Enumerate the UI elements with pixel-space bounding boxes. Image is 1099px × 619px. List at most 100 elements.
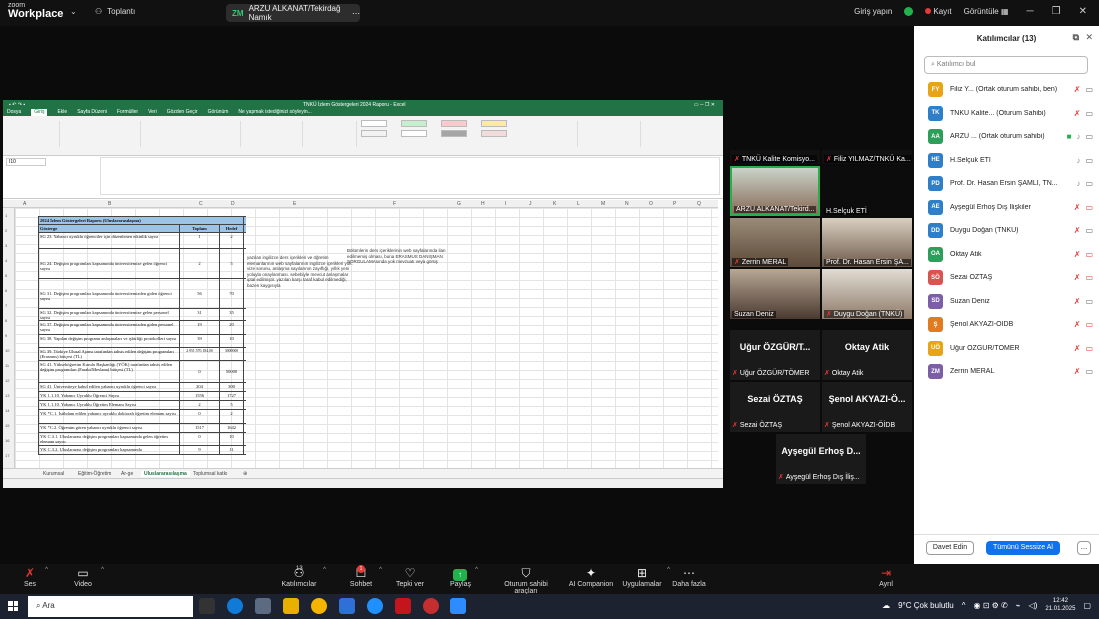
- chrome-profile-icon[interactable]: [423, 598, 439, 614]
- maximize-icon[interactable]: ❐: [1052, 6, 1061, 17]
- camera-icon[interactable]: ▭: [1085, 109, 1093, 118]
- chat-button[interactable]: ☐ 1 Sohbet ^: [348, 565, 382, 588]
- participant-row[interactable]: TK TNKÜ Kalite... (Oturum Sahibi) ✗ ▭: [914, 102, 1099, 126]
- alignment-group[interactable]: [143, 121, 241, 147]
- style-input[interactable]: [481, 130, 507, 137]
- excel-tab[interactable]: Giriş: [31, 109, 48, 116]
- muted-mic-icon[interactable]: ✗: [1074, 297, 1081, 306]
- participant-row[interactable]: ZM Zerrin MERAL ✗ ▭: [914, 360, 1099, 384]
- weather-icon[interactable]: ☁: [882, 601, 890, 610]
- mic-icon[interactable]: ♪: [1076, 156, 1080, 165]
- excel-tab[interactable]: Dosya: [7, 109, 21, 116]
- ai-companion-button[interactable]: ✦ AI Companion: [568, 566, 614, 588]
- add-sheet-icon[interactable]: ⊕: [243, 471, 247, 477]
- sheet-tab-active[interactable]: Uluslararasılaşma: [141, 471, 190, 477]
- font-group[interactable]: [63, 121, 141, 147]
- video-button[interactable]: ▭ Video ^: [70, 566, 104, 588]
- camera-icon[interactable]: ▭: [1085, 367, 1093, 376]
- security-shield-icon[interactable]: [904, 7, 914, 16]
- excel-tab[interactable]: Ekle: [57, 109, 67, 116]
- participant-row[interactable]: SD Suzan Deniz ✗ ▭: [914, 290, 1099, 314]
- video-tile[interactable]: ✗ TNKÜ Kalite Komisyo...: [730, 150, 820, 164]
- style-explanatory[interactable]: [441, 130, 467, 137]
- style-normal[interactable]: [361, 120, 387, 127]
- chevron-up-icon[interactable]: ^: [667, 567, 670, 573]
- clipboard-group[interactable]: [5, 121, 60, 147]
- meetings-button[interactable]: ⚇ Toplantı: [95, 7, 135, 16]
- leave-button[interactable]: ⇥ Ayrıl: [876, 566, 896, 588]
- share-button[interactable]: ↑ Paylaş ^: [450, 566, 478, 588]
- name-tile[interactable]: Sezai ÖZTAŞ ✗ Sezai ÖZTAŞ: [730, 382, 820, 432]
- muted-mic-icon[interactable]: ✗: [1074, 226, 1081, 235]
- zoom-icon[interactable]: [450, 598, 466, 614]
- more-options-icon[interactable]: ⋯: [352, 9, 360, 18]
- style-good[interactable]: [401, 120, 427, 127]
- excel-tab[interactable]: Sayfa Düzeni: [77, 109, 107, 116]
- more-button[interactable]: ...: [1077, 541, 1091, 555]
- excel-tell-me[interactable]: Ne yapmak istediğinizi söyleyin...: [238, 109, 311, 116]
- chevron-up-icon[interactable]: ^: [323, 567, 326, 573]
- internet-explorer-icon[interactable]: [367, 598, 383, 614]
- muted-mic-icon[interactable]: ✗: [1074, 273, 1081, 282]
- excel-quick-access[interactable]: ▪ ↶ ↷ ▪: [9, 102, 25, 108]
- video-tile[interactable]: H.Selçuk ETİ: [822, 166, 912, 216]
- muted-mic-icon[interactable]: ✗: [1074, 367, 1081, 376]
- conditional-format-group[interactable]: [305, 121, 357, 147]
- chevron-up-icon[interactable]: ^: [101, 567, 104, 573]
- video-tile[interactable]: ✗ Filiz YILMAZ/TNKÜ Ka...: [822, 150, 912, 164]
- muted-mic-icon[interactable]: ✗: [1074, 344, 1081, 353]
- participants-button[interactable]: ⚇ 13 Katılımcılar ^: [280, 566, 326, 588]
- close-icon[interactable]: ✕: [1079, 6, 1087, 17]
- name-tile[interactable]: Ayşegül Erhoş D... ✗ Ayşegül Erhoş Dış İli…: [776, 434, 866, 484]
- chevron-up-icon[interactable]: ^: [379, 567, 382, 573]
- windows-start-icon[interactable]: [8, 601, 18, 611]
- name-tile[interactable]: Uğur ÖZGÜR/T... ✗ Uğur ÖZGÜR/TÖMER: [730, 330, 820, 380]
- video-tile[interactable]: Suzan Deniz: [730, 269, 820, 319]
- cells-group[interactable]: [528, 121, 578, 147]
- muted-mic-icon[interactable]: ✗: [1074, 203, 1081, 212]
- mic-icon[interactable]: ♪: [1076, 132, 1080, 141]
- task-view-icon[interactable]: [199, 598, 215, 614]
- muted-mic-icon[interactable]: ✗: [1074, 250, 1081, 259]
- share-indicator-pill[interactable]: ZM ARZU ALKANAT/Tekirdağ Namık ⋯: [226, 4, 360, 22]
- camera-icon[interactable]: ▭: [1085, 297, 1093, 306]
- excel-tab[interactable]: Formüller: [117, 109, 138, 116]
- participant-row[interactable]: PD Prof. Dr. Hasan Ersin ŞAMLI, TN... ♪ ▭: [914, 172, 1099, 196]
- sheet-tab[interactable]: Kurumsal: [43, 471, 64, 477]
- name-tile[interactable]: Şenol AKYAZI-Ö... ✗ Şenol AKYAZI-ÖİDB: [822, 382, 912, 432]
- participant-row[interactable]: AA ARZU ... (Ortak oturum sahibi) ■ ♪ ▭: [914, 125, 1099, 149]
- record-indicator[interactable]: Kayıt: [925, 7, 952, 16]
- clock[interactable]: 12:42 21.01.2025: [1045, 597, 1075, 613]
- camera-icon[interactable]: ▭: [1085, 156, 1093, 165]
- camera-icon[interactable]: ▭: [1085, 226, 1093, 235]
- video-tile-active-speaker[interactable]: ARZU ALKANAT/Tekird...: [730, 166, 820, 216]
- sheet-tab[interactable]: Eğitim-Öğretim: [78, 471, 111, 477]
- view-button[interactable]: Görüntüle ▦: [964, 7, 1009, 16]
- react-button[interactable]: ♡ Tepki ver: [395, 566, 425, 588]
- excel-tab[interactable]: Gözden Geçir: [167, 109, 198, 116]
- taskbar-search[interactable]: ⌕ Ara: [28, 596, 193, 617]
- chevron-up-icon[interactable]: ^: [962, 601, 966, 610]
- app-icon[interactable]: [255, 598, 271, 614]
- mic-icon[interactable]: ♪: [1076, 179, 1080, 188]
- notes-column-e[interactable]: yazılan ingilizce ders içerikleri ve öğr…: [247, 255, 357, 288]
- volume-icon[interactable]: ◁): [1029, 601, 1038, 610]
- formula-input[interactable]: [100, 157, 720, 195]
- sign-in-link[interactable]: Giriş yapın: [854, 7, 892, 16]
- participant-search-input[interactable]: ⌕ Katılımcı bul: [924, 56, 1088, 74]
- participant-row[interactable]: UÖ Uğur ÖZGÜR/TÖMER ✗ ▭: [914, 337, 1099, 361]
- host-tools-button[interactable]: ⛉ Oturum sahibi araçları: [492, 566, 560, 595]
- chevron-up-icon[interactable]: ^: [475, 567, 478, 573]
- name-tile[interactable]: Oktay Atik ✗ Oktay Atik: [822, 330, 912, 380]
- camera-off-icon[interactable]: ▭: [1085, 273, 1093, 282]
- camera-off-icon[interactable]: ▭: [1085, 320, 1093, 329]
- muted-mic-icon[interactable]: ✗: [1074, 109, 1081, 118]
- mute-all-button[interactable]: Tümünü Sessize Al: [986, 541, 1060, 555]
- copilot-icon[interactable]: [339, 598, 355, 614]
- style-neutral[interactable]: [481, 120, 507, 127]
- more-button[interactable]: ⋯ Daha fazla: [672, 566, 706, 588]
- notification-icon[interactable]: ▢: [1083, 601, 1091, 610]
- video-tile[interactable]: Prof. Dr. Hasan Ersin ŞA...: [822, 218, 912, 267]
- participant-row[interactable]: FY Filiz Y... (Ortak oturum sahibi, ben) ✗…: [914, 78, 1099, 102]
- camera-icon[interactable]: ▭: [1085, 132, 1093, 141]
